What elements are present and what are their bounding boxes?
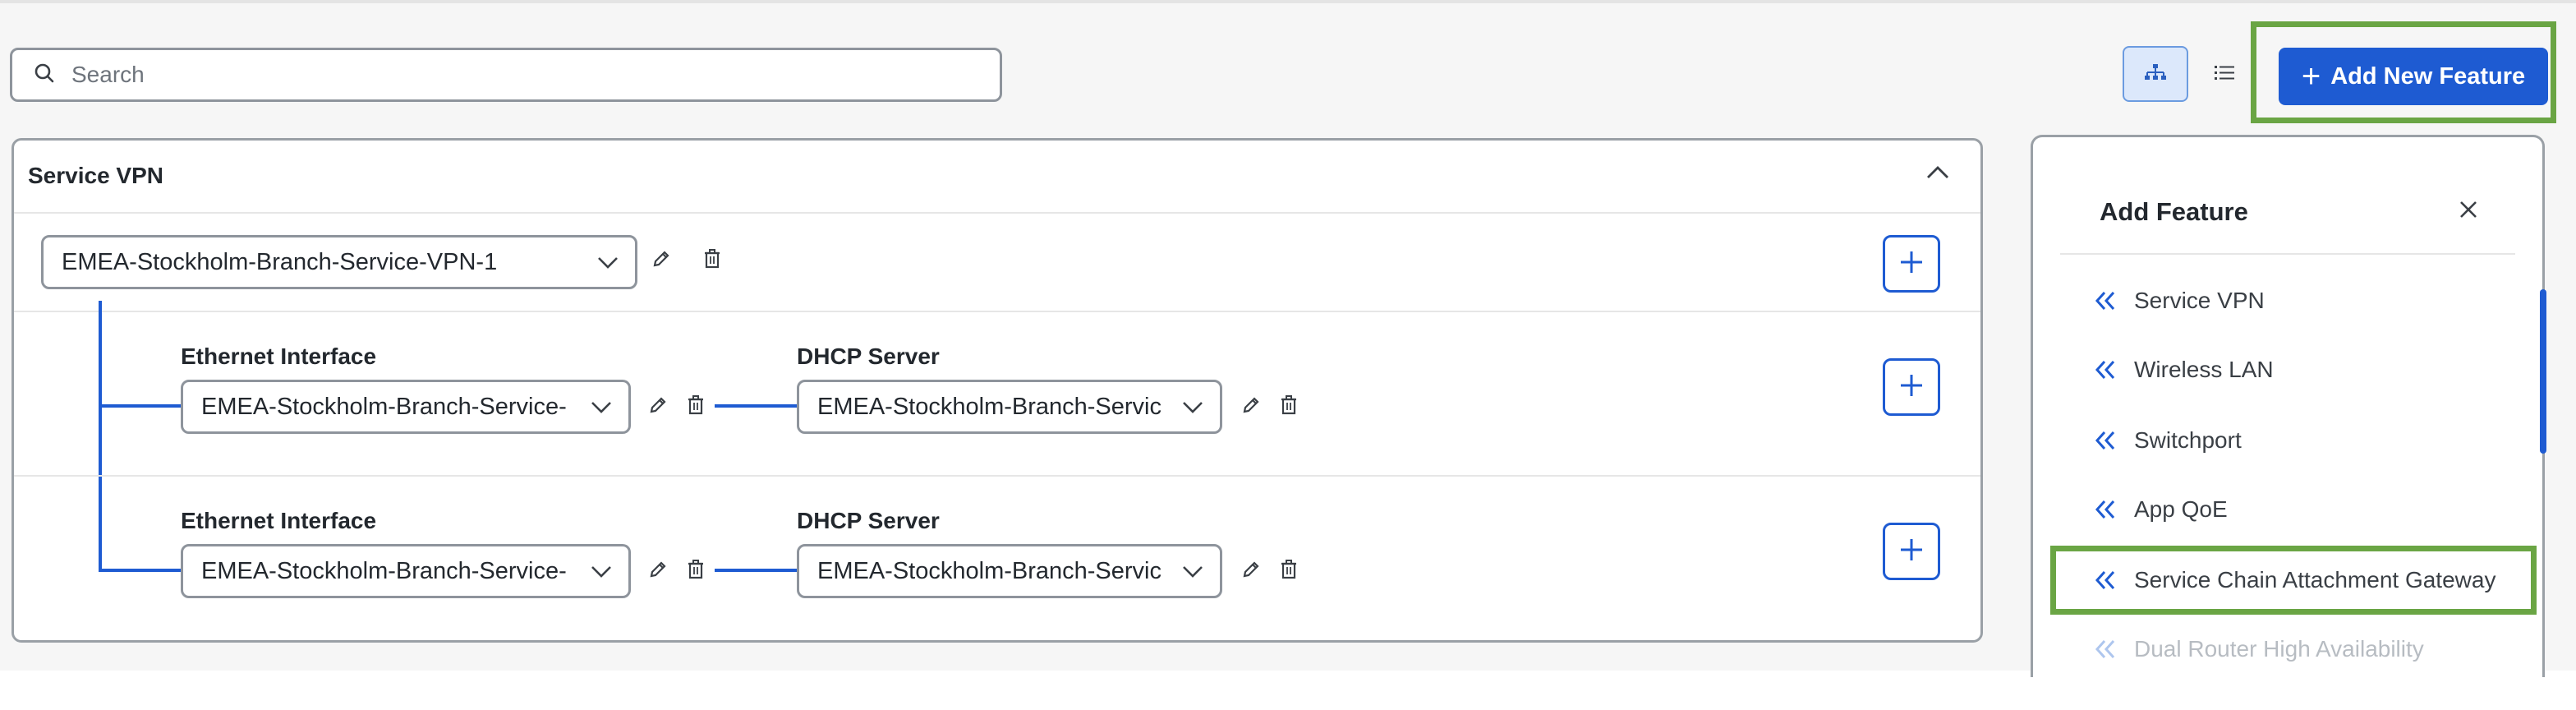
ethernet-dhcp-connector bbox=[715, 569, 798, 572]
plus-icon bbox=[1897, 535, 1926, 569]
search-icon bbox=[34, 62, 55, 88]
tree-connector-vertical bbox=[99, 301, 102, 572]
dhcp-server-select[interactable]: EMEA-Stockholm-Branch-Servic bbox=[797, 380, 1222, 434]
feature-item-label: Service VPN bbox=[2134, 288, 2265, 313]
trash-icon bbox=[1279, 559, 1299, 584]
search-placeholder: Search bbox=[71, 62, 145, 87]
row-divider bbox=[14, 311, 1980, 312]
app-canvas: Search + Add New Feature Service VPN EME… bbox=[0, 0, 2576, 677]
delete-ethernet-button[interactable] bbox=[682, 557, 710, 585]
ethernet-interface-value: EMEA-Stockholm-Branch-Service- bbox=[201, 393, 567, 420]
trash-icon bbox=[686, 394, 706, 420]
double-chevron-left-icon bbox=[2091, 289, 2119, 312]
dhcp-server-value: EMEA-Stockholm-Branch-Servic bbox=[817, 393, 1162, 420]
ethernet-interface-value: EMEA-Stockholm-Branch-Service- bbox=[201, 557, 567, 584]
add-row2-child-button[interactable] bbox=[1883, 523, 1940, 580]
delete-dhcp-button[interactable] bbox=[1275, 393, 1303, 421]
delete-dhcp-button[interactable] bbox=[1275, 557, 1303, 585]
tree-connector-row2 bbox=[99, 569, 182, 572]
add-feature-title: Add Feature bbox=[2100, 197, 2248, 226]
add-feature-scrollbar[interactable] bbox=[2540, 289, 2546, 454]
plus-icon bbox=[1897, 247, 1926, 281]
add-new-feature-button[interactable]: + Add New Feature bbox=[2279, 48, 2548, 105]
plus-icon bbox=[1897, 371, 1926, 404]
collapse-chevron-icon[interactable] bbox=[1924, 163, 1952, 187]
search-input[interactable]: Search bbox=[10, 48, 1002, 102]
add-row1-child-button[interactable] bbox=[1883, 358, 1940, 416]
chevron-down-icon bbox=[589, 394, 614, 421]
close-icon[interactable] bbox=[2456, 197, 2481, 226]
trash-icon bbox=[686, 559, 706, 584]
edit-ethernet-button[interactable] bbox=[644, 557, 672, 585]
double-chevron-left-icon bbox=[2091, 498, 2119, 521]
pencil-icon bbox=[1240, 559, 1262, 584]
pencil-icon bbox=[651, 248, 672, 274]
add-feature-header-divider bbox=[2060, 253, 2515, 255]
plus-icon: + bbox=[2301, 58, 2321, 95]
ethernet-interface-label: Ethernet Interface bbox=[181, 343, 377, 369]
panel-title: Service VPN bbox=[28, 163, 163, 188]
edit-ethernet-button[interactable] bbox=[644, 393, 672, 421]
edit-dhcp-button[interactable] bbox=[1237, 393, 1265, 421]
ethernet-interface-label: Ethernet Interface bbox=[181, 508, 377, 533]
vpn-select[interactable]: EMEA-Stockholm-Branch-Service-VPN-1 bbox=[41, 235, 637, 289]
feature-item-label: Dual Router High Availability bbox=[2134, 636, 2424, 662]
feature-item-service-vpn[interactable]: Service VPN bbox=[2091, 288, 2265, 314]
edit-dhcp-button[interactable] bbox=[1237, 557, 1265, 585]
double-chevron-left-icon bbox=[2091, 429, 2119, 452]
chevron-down-icon bbox=[1180, 558, 1205, 585]
dhcp-server-value: EMEA-Stockholm-Branch-Servic bbox=[817, 557, 1162, 584]
trash-icon bbox=[1279, 394, 1299, 420]
chevron-down-icon bbox=[589, 558, 614, 585]
edit-vpn-button[interactable] bbox=[647, 247, 675, 274]
double-chevron-left-icon bbox=[2091, 358, 2119, 381]
list-icon bbox=[2213, 63, 2236, 85]
ethernet-interface-select[interactable]: EMEA-Stockholm-Branch-Service- bbox=[181, 380, 631, 434]
trash-icon bbox=[702, 248, 722, 274]
service-chain-highlight bbox=[2050, 546, 2537, 615]
panel-header-divider bbox=[14, 212, 1980, 214]
dhcp-server-select[interactable]: EMEA-Stockholm-Branch-Servic bbox=[797, 544, 1222, 598]
list-view-button[interactable] bbox=[2192, 46, 2257, 102]
hierarchy-icon bbox=[2143, 62, 2168, 87]
ethernet-dhcp-connector bbox=[715, 404, 798, 408]
chevron-down-icon bbox=[1180, 394, 1205, 421]
pencil-icon bbox=[1240, 394, 1262, 420]
delete-ethernet-button[interactable] bbox=[682, 393, 710, 421]
double-chevron-left-icon bbox=[2091, 638, 2119, 661]
pencil-icon bbox=[647, 559, 669, 584]
ethernet-interface-select[interactable]: EMEA-Stockholm-Branch-Service- bbox=[181, 544, 631, 598]
tree-connector-row1 bbox=[99, 404, 182, 408]
feature-item-label: Wireless LAN bbox=[2134, 357, 2274, 382]
hierarchy-view-button[interactable] bbox=[2123, 46, 2188, 102]
feature-item-wireless-lan[interactable]: Wireless LAN bbox=[2091, 357, 2274, 383]
feature-item-label: App QoE bbox=[2134, 496, 2228, 522]
feature-item-label: Switchport bbox=[2134, 427, 2242, 453]
vpn-select-value: EMEA-Stockholm-Branch-Service-VPN-1 bbox=[62, 248, 498, 275]
feature-item-app-qoe[interactable]: App QoE bbox=[2091, 496, 2228, 523]
row-divider bbox=[14, 475, 1980, 477]
feature-item-dual-router-high-availability: Dual Router High Availability bbox=[2091, 636, 2424, 662]
feature-item-switchport[interactable]: Switchport bbox=[2091, 427, 2242, 454]
delete-vpn-button[interactable] bbox=[698, 247, 726, 274]
add-new-feature-label: Add New Feature bbox=[2330, 62, 2526, 90]
chevron-down-icon bbox=[596, 249, 620, 276]
add-vpn-child-button[interactable] bbox=[1883, 235, 1940, 293]
dhcp-server-label: DHCP Server bbox=[797, 508, 940, 533]
pencil-icon bbox=[647, 394, 669, 420]
dhcp-server-label: DHCP Server bbox=[797, 343, 940, 369]
